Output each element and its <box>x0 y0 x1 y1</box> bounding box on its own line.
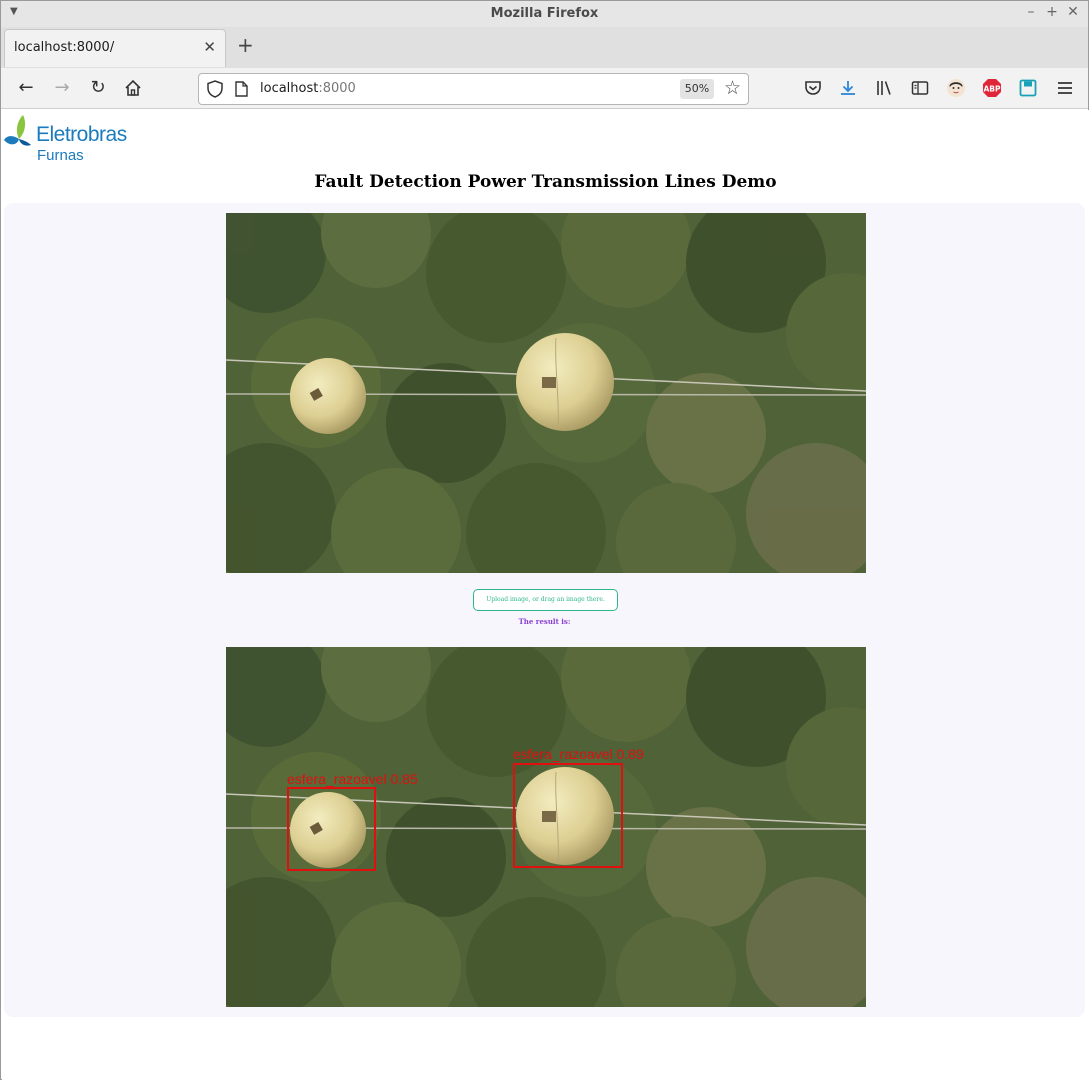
forward-icon[interactable]: → <box>50 76 74 100</box>
svg-text:ABP: ABP <box>983 85 1001 94</box>
save-page-icon[interactable] <box>1018 78 1038 98</box>
reload-icon[interactable]: ↻ <box>86 76 110 100</box>
detection-box <box>513 763 623 868</box>
demo-panel: Upload image, or drag an image there. Th… <box>4 203 1085 1017</box>
url-port: :8000 <box>318 81 356 96</box>
home-icon[interactable] <box>121 76 145 100</box>
result-label: The result is: <box>518 617 571 626</box>
account-avatar-icon[interactable] <box>946 78 966 98</box>
logo-brand-text: Eletrobras <box>36 123 127 146</box>
detection-label: esfera_razoavel 0.85 <box>287 771 418 787</box>
url-bar[interactable]: localhost:8000 50% ☆ <box>198 73 749 105</box>
url-host: localhost <box>260 81 319 96</box>
pocket-icon[interactable] <box>803 78 823 98</box>
zoom-level-badge[interactable]: 50% <box>680 79 714 99</box>
new-tab-icon[interactable]: + <box>237 35 254 55</box>
url-text[interactable]: localhost:8000 <box>260 81 356 96</box>
minimize-icon[interactable]: – <box>1023 4 1039 20</box>
page-content: Eletrobras Furnas Fault Detection Power … <box>2 110 1089 1080</box>
tracking-shield-icon[interactable] <box>207 80 223 102</box>
title-bar: ▼ Mozilla Firefox – + ✕ <box>1 1 1088 27</box>
library-icon[interactable] <box>874 78 894 98</box>
result-image: esfera_razoavel 0.85 esfera_razoavel 0.8… <box>226 647 866 1007</box>
download-icon[interactable] <box>838 78 858 98</box>
adblock-plus-icon[interactable]: ABP <box>982 78 1002 98</box>
hamburger-menu-icon[interactable] <box>1055 78 1075 98</box>
close-tab-icon[interactable]: ✕ <box>203 38 216 56</box>
close-window-icon[interactable]: ✕ <box>1065 4 1081 20</box>
sidebar-icon[interactable] <box>910 78 930 98</box>
bookmark-star-icon[interactable]: ☆ <box>724 77 741 99</box>
browser-window: ▼ Mozilla Firefox – + ✕ localhost:8000/ … <box>0 0 1089 1080</box>
page-title: Fault Detection Power Transmission Lines… <box>314 172 777 192</box>
navigation-bar: ← → ↻ localhost:8000 50% ☆ ABP <box>1 68 1088 109</box>
tab-title: localhost:8000/ <box>14 40 115 55</box>
detection-box <box>287 787 376 871</box>
page-info-icon[interactable] <box>235 81 248 101</box>
eletrobras-leaf-icon <box>4 115 31 146</box>
eletrobras-furnas-logo: Eletrobras Furnas <box>3 112 133 166</box>
input-image <box>226 213 866 573</box>
logo-sub-text: Furnas <box>37 147 84 164</box>
back-icon[interactable]: ← <box>14 76 38 100</box>
upload-image-button[interactable]: Upload image, or drag an image there. <box>473 589 618 611</box>
detection-label: esfera_razoavel 0.89 <box>513 746 644 762</box>
window-title: Mozilla Firefox <box>490 6 599 21</box>
tab-localhost[interactable]: localhost:8000/ ✕ <box>4 29 226 67</box>
tab-bar: localhost:8000/ ✕ + <box>1 27 1088 68</box>
maximize-icon[interactable]: + <box>1044 4 1060 20</box>
